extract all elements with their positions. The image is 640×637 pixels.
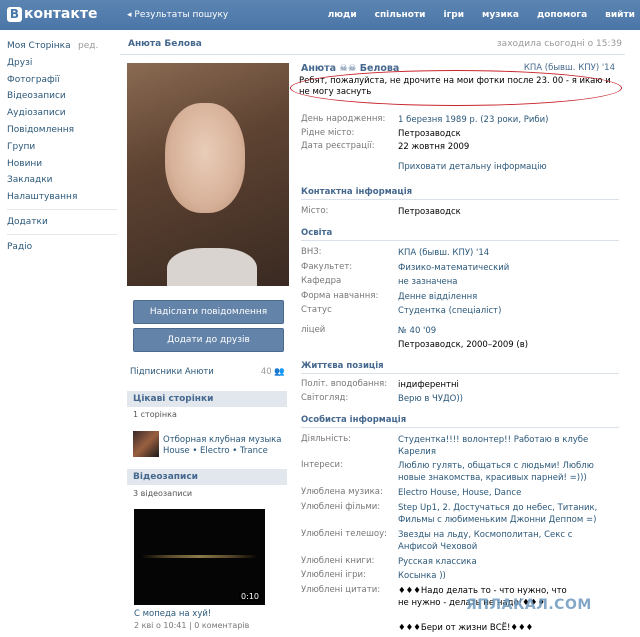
- club-name[interactable]: Отборная клубная музыка: [163, 435, 282, 445]
- sidebar-item-messages[interactable]: Повідомлення: [7, 122, 117, 139]
- sidebar-item-groups[interactable]: Групи: [7, 139, 117, 156]
- sidebar-item-apps[interactable]: Додатки: [7, 214, 117, 231]
- logo-letter: B: [7, 6, 22, 22]
- video-meta: 2 кві о 10:41 | 0 коментарів: [134, 621, 250, 630]
- nav-help[interactable]: допомога: [537, 10, 587, 20]
- interesting-pages-count[interactable]: 1 сторінка: [133, 410, 177, 419]
- nav-music[interactable]: музика: [482, 10, 519, 20]
- photo-face: [165, 103, 245, 213]
- nav-people[interactable]: люди: [328, 10, 357, 20]
- chevron-left-icon: ◂: [127, 10, 132, 20]
- video-thumbnail[interactable]: 0:10: [134, 509, 265, 605]
- edit-link[interactable]: ред.: [78, 38, 98, 55]
- videos-count[interactable]: 3 відеозаписи: [133, 489, 192, 498]
- sidebar-item-settings[interactable]: Налаштування: [7, 189, 117, 206]
- sidebar-item-photos[interactable]: Фотографії: [7, 72, 117, 89]
- sidebar-item-bookmarks[interactable]: Закладки: [7, 172, 117, 189]
- video-frame-detail: [139, 555, 259, 558]
- subscribers-link[interactable]: Підписники Анюти 40 👥: [130, 367, 285, 377]
- videos-header[interactable]: Відеозаписи: [127, 469, 287, 485]
- back-label: Результаты пошуку: [134, 10, 229, 20]
- subscribers-label: Підписники Анюти: [130, 367, 214, 377]
- photo-shirt: [167, 248, 257, 286]
- back-to-search-link[interactable]: ◂ Результаты пошуку: [127, 10, 228, 20]
- vk-logo[interactable]: B контакте: [7, 6, 97, 22]
- sidebar-item-news[interactable]: Новини: [7, 156, 117, 173]
- sidebar-item-label: Моя Сторінка: [7, 41, 71, 51]
- left-sidebar: Моя Сторінка ред. Друзі Фотографії Відеоз…: [7, 38, 117, 256]
- online-status: заходила сьогодні о 15:39: [496, 39, 622, 49]
- subscribers-count: 40 👥: [260, 367, 285, 377]
- send-message-button[interactable]: Надіслати повідомлення: [133, 300, 284, 324]
- top-nav: люди спільноти ігри музика допомога вийт…: [310, 10, 635, 20]
- people-icon: 👥: [274, 367, 285, 377]
- highlight-oval: [290, 70, 622, 106]
- interesting-pages-header[interactable]: Цікаві сторінки: [127, 391, 287, 407]
- section-contact: Контактна інформація: [301, 187, 619, 200]
- club-tags: House • Electro • Trance: [163, 446, 268, 456]
- profile-photo[interactable]: [127, 63, 289, 286]
- video-duration: 0:10: [239, 592, 261, 601]
- logo-text: контакте: [24, 6, 98, 22]
- section-education: Освіта: [301, 228, 619, 241]
- profile-header: Анюта Белова заходила сьогодні о 15:39: [120, 34, 625, 55]
- sidebar-item-friends[interactable]: Друзі: [7, 55, 117, 72]
- section-life-position: Життєва позиція: [301, 361, 619, 374]
- nav-communities[interactable]: спільноти: [375, 10, 426, 20]
- sidebar-item-audio[interactable]: Аудіозаписи: [7, 105, 117, 122]
- sidebar-item-videos[interactable]: Відеозаписи: [7, 88, 117, 105]
- sidebar-item-radio[interactable]: Радіо: [7, 239, 117, 256]
- nav-logout[interactable]: вийти: [605, 10, 635, 20]
- add-friend-button[interactable]: Додати до друзів: [133, 328, 284, 352]
- top-bar: B контакте ◂ Результаты пошуку люди спіл…: [0, 0, 640, 30]
- page-title: Анюта Белова: [128, 39, 202, 49]
- club-thumbnail[interactable]: [133, 431, 159, 457]
- section-personal: Особиста інформація: [301, 415, 619, 428]
- sidebar-divider: [7, 208, 117, 210]
- hide-details-link[interactable]: Приховати детальну інформацію: [398, 162, 547, 172]
- sidebar-divider: [7, 233, 117, 235]
- watermark: ЯПЛАКАЛ.COM: [466, 597, 592, 613]
- sidebar-item-my-page[interactable]: Моя Сторінка ред.: [7, 38, 117, 55]
- video-title[interactable]: С мопеда на хуй!: [134, 609, 211, 619]
- nav-games[interactable]: ігри: [443, 10, 464, 20]
